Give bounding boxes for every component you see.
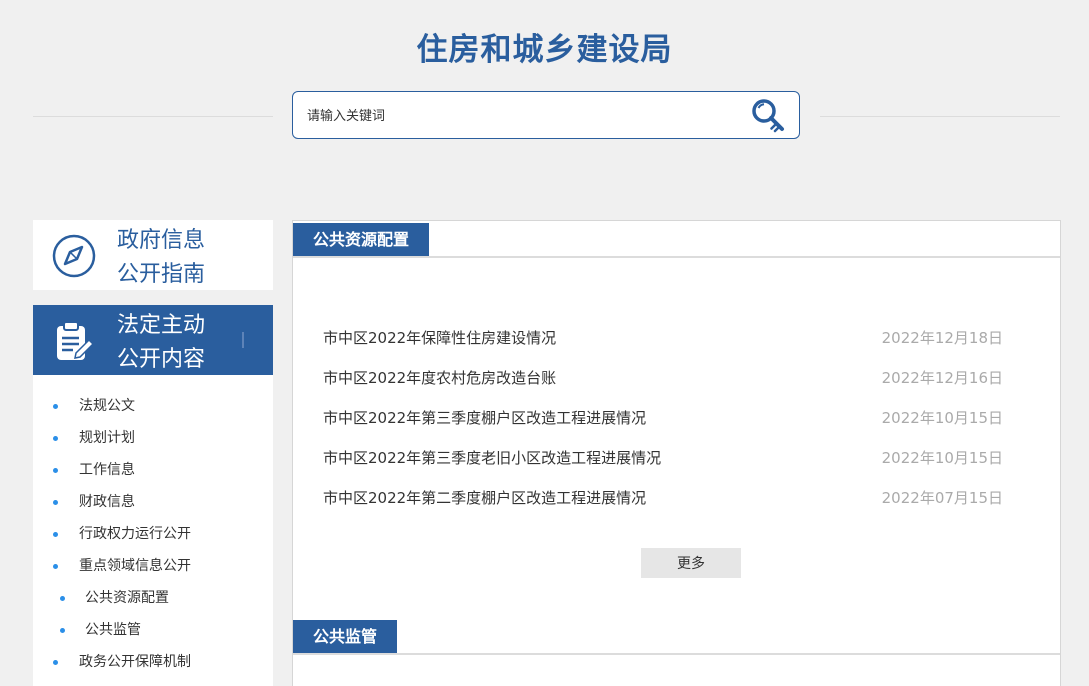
section-rule [293, 653, 1060, 655]
guide-label-line2: 公开指南 [117, 262, 206, 287]
main-panel: 公共资源配置 市中区2022年保障性住房建设情况 2022年12月18日 市中区… [292, 220, 1061, 686]
bullet-dot-icon [60, 628, 65, 633]
sidebar-item-label: 重点领域信息公开 [79, 558, 191, 574]
sidebar-card-active[interactable]: 法定主动 公开内容 [33, 305, 273, 375]
bullet-dot-icon [60, 596, 65, 601]
header-divider-left [33, 116, 273, 117]
compass-icon [52, 234, 96, 278]
active-label-line1: 法定主动 [117, 313, 206, 338]
card-divider [242, 332, 244, 348]
news-row[interactable]: 市中区2022年第二季度棚户区改造工程进展情况 2022年07月15日 [323, 478, 1003, 518]
news-title[interactable]: 市中区2022年保障性住房建设情况 [323, 328, 556, 348]
sidebar-item-label: 规划计划 [79, 430, 135, 446]
bullet-dot-icon [53, 660, 58, 665]
section-tab-public-resources[interactable]: 公共资源配置 [293, 223, 430, 257]
sidebar-item-label: 工作信息 [79, 462, 135, 478]
sidebar-item-label: 行政权力运行公开 [79, 526, 191, 542]
sidebar-menu: 法规公文 规划计划 工作信息 财政信息 行政权力运行公开 重点领域信息公开 公共… [33, 375, 273, 686]
search-key-icon [752, 99, 784, 133]
sidebar-card-guide[interactable]: 政府信息 公开指南 [33, 220, 273, 290]
header-divider-right [820, 116, 1060, 117]
sidebar-card-guide-label: 政府信息 公开指南 [117, 224, 257, 292]
sidebar-item-label: 法规公文 [79, 398, 135, 414]
sidebar-item-finance-info[interactable]: 财政信息 [33, 487, 273, 517]
guide-label-line1: 政府信息 [117, 228, 206, 253]
sidebar-subitem-public-supervision[interactable]: 公共监管 [33, 615, 273, 645]
news-date: 2022年10月15日 [881, 449, 1003, 467]
news-date: 2022年10月15日 [881, 409, 1003, 427]
bullet-dot-icon [53, 532, 58, 537]
sidebar-item-admin-power[interactable]: 行政权力运行公开 [33, 519, 273, 549]
sidebar-item-label: 公共资源配置 [85, 590, 169, 606]
news-title[interactable]: 市中区2022年第三季度棚户区改造工程进展情况 [323, 408, 646, 428]
news-date: 2022年12月16日 [881, 369, 1003, 387]
search-box [292, 91, 800, 139]
sidebar-item-key-areas[interactable]: 重点领域信息公开 [33, 551, 273, 581]
sidebar-item-label: 财政信息 [79, 494, 135, 510]
search-input[interactable] [305, 102, 739, 130]
site-title: 住房和城乡建设局 [416, 32, 673, 68]
bullet-dot-icon [53, 436, 58, 441]
news-title[interactable]: 市中区2022年第三季度老旧小区改造工程进展情况 [323, 448, 661, 468]
sidebar-item-label: 公共监管 [85, 622, 141, 638]
more-button[interactable]: 更多 [641, 548, 741, 578]
bullet-dot-icon [53, 404, 58, 409]
search-button[interactable] [749, 96, 789, 136]
active-label-line2: 公开内容 [117, 347, 206, 372]
sidebar-item-label: 政务公开保障机制 [79, 654, 191, 670]
news-title[interactable]: 市中区2022年第二季度棚户区改造工程进展情况 [323, 488, 646, 508]
sidebar-item-work-info[interactable]: 工作信息 [33, 455, 273, 485]
sidebar-item-plans[interactable]: 规划计划 [33, 423, 273, 453]
news-date: 2022年12月18日 [881, 329, 1003, 347]
clipboard-edit-icon [57, 321, 95, 360]
news-row[interactable]: 市中区2022年度农村危房改造台账 2022年12月16日 [323, 358, 1003, 398]
news-row[interactable]: 市中区2022年第三季度棚户区改造工程进展情况 2022年10月15日 [323, 398, 1003, 438]
news-row[interactable]: 市中区2022年第三季度老旧小区改造工程进展情况 2022年10月15日 [323, 438, 1003, 478]
sidebar-item-regulations[interactable]: 法规公文 [33, 391, 273, 421]
bullet-dot-icon [53, 564, 58, 569]
bullet-dot-icon [53, 468, 58, 473]
sidebar-item-safeguard[interactable]: 政务公开保障机制 [33, 647, 273, 677]
sidebar-subitem-public-resources[interactable]: 公共资源配置 [33, 583, 273, 613]
news-title[interactable]: 市中区2022年度农村危房改造台账 [323, 368, 556, 388]
sidebar-card-active-label: 法定主动 公开内容 [117, 309, 257, 377]
section-rule [293, 256, 1060, 258]
section-tab-public-supervision[interactable]: 公共监管 [293, 620, 398, 654]
bullet-dot-icon [53, 500, 58, 505]
news-date: 2022年07月15日 [881, 489, 1003, 507]
news-row[interactable]: 市中区2022年保障性住房建设情况 2022年12月18日 [323, 318, 1003, 358]
